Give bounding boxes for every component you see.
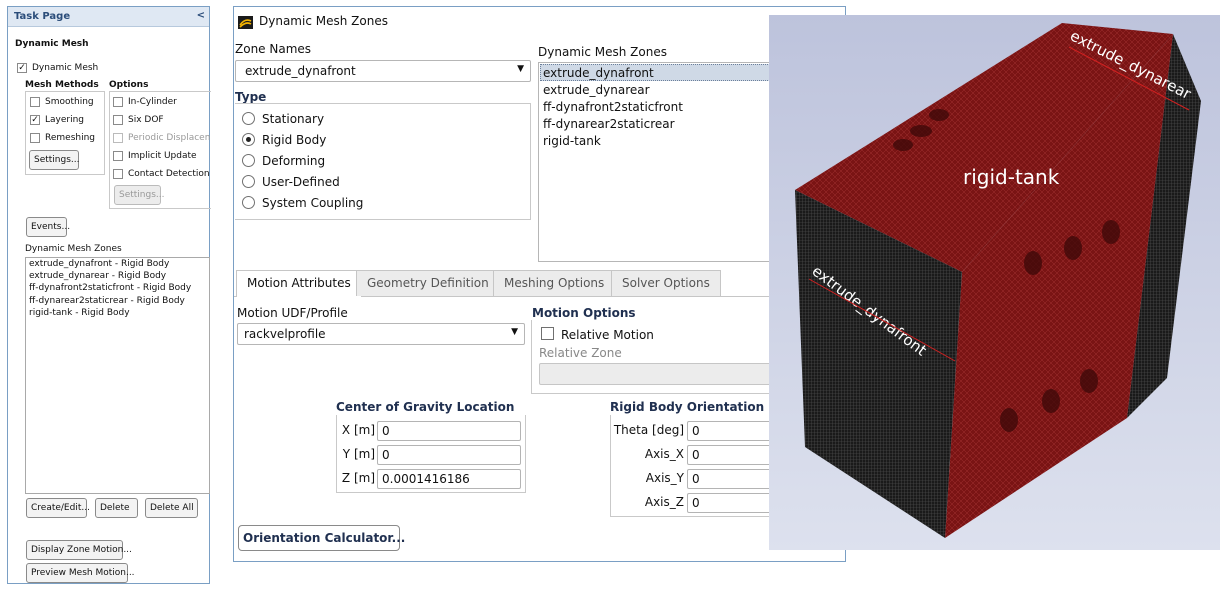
axis-z-label: Axis_Z [644,495,684,509]
list-item[interactable]: ff-dynafront2staticfront - Rigid Body [26,282,209,294]
relative-zone-label: Relative Zone [539,346,622,360]
remeshing-label: Remeshing [45,133,96,143]
dynamic-mesh-checkbox-label: Dynamic Mesh [32,63,99,73]
tab-meshing-options[interactable]: Meshing Options [493,270,616,296]
delete-button[interactable]: Delete [95,498,138,518]
axis-y-label: Axis_Y [645,471,684,485]
dynamic-mesh-zones-list[interactable]: extrude_dynafront - Rigid Body extrude_d… [25,257,210,494]
delete-all-button[interactable]: Delete All [145,498,198,518]
remeshing-checkbox[interactable] [30,133,40,143]
cog-x-field[interactable]: 0 [377,421,521,441]
implicit-update-checkbox[interactable] [113,151,123,161]
smoothing-checkbox[interactable] [30,97,40,107]
create-edit-button[interactable]: Create/Edit... [26,498,90,518]
motion-options-label: Motion Options [532,306,636,320]
list-item[interactable]: extrude_dynafront [543,66,654,80]
type-label: Type [235,90,267,104]
cog-x-label: X [m] [341,423,375,437]
in-cylinder-label: In-Cylinder [128,97,177,107]
rigid-tank-label: rigid-tank [963,165,1060,189]
theta-label: Theta [deg] [613,423,684,437]
rigid-body-radio[interactable] [242,133,255,146]
dynamic-mesh-zones-listbox[interactable]: extrude_dynafront extrude_dynarear ff-dy… [538,62,778,262]
system-coupling-label: System Coupling [262,196,364,210]
cog-y-label: Y [m] [342,447,375,461]
cog-z-field[interactable]: 0.0001416186 [377,469,521,489]
collapse-chevron-icon[interactable]: < [197,10,205,21]
six-dof-checkbox[interactable] [113,115,123,125]
stationary-label: Stationary [262,112,325,126]
user-defined-label: User-Defined [262,175,340,189]
list-item[interactable]: ff-dynarear2staticrear - Rigid Body [26,295,209,307]
dynamic-mesh-zones-dialog: Dynamic Mesh Zones Zone Names extrude_dy… [233,6,846,562]
list-item[interactable]: rigid-tank [543,134,601,148]
relative-zone-dropdown[interactable] [539,363,779,385]
motion-udf-label: Motion UDF/Profile [237,306,348,320]
system-coupling-radio[interactable] [242,196,255,209]
smoothing-label: Smoothing [45,97,94,107]
tank-mesh-render: rigid-tank extrude_dynarear extrude_dyna… [795,23,1201,538]
orientation-calculator-button[interactable]: Orientation Calculator... [238,525,405,551]
display-zone-motion-button[interactable]: Display Zone Motion... [26,540,132,560]
mesh-methods-label: Mesh Methods [25,80,99,90]
task-page-header: Task Page < [8,7,209,27]
fluent-app-icon [238,14,253,29]
tab-solver-options[interactable]: Solver Options [611,270,721,296]
options-settings-button[interactable]: Settings... [114,185,165,205]
layering-label: Layering [45,115,85,125]
cog-y-field[interactable]: 0 [377,445,521,465]
cog-label: Center of Gravity Location [336,400,515,414]
zone-names-value: extrude_dynafront [245,64,356,78]
tab-motion-attributes[interactable]: Motion Attributes [236,270,362,297]
preview-mesh-motion-button[interactable]: Preview Mesh Motion... [26,563,135,583]
list-item[interactable]: extrude_dynarear - Rigid Body [26,270,209,282]
layering-checkbox[interactable]: ✓ [30,115,40,125]
periodic-displacement-checkbox[interactable] [113,133,123,143]
tab-geometry-definition[interactable]: Geometry Definition [356,270,500,296]
rigid-body-label: Rigid Body [262,133,327,147]
dynamic-mesh-heading: Dynamic Mesh [15,39,89,49]
list-item[interactable]: extrude_dynarear [543,83,650,97]
cog-z-label: Z [m] [341,471,375,485]
zone-names-label: Zone Names [235,42,312,56]
task-page-panel: Task Page < Dynamic Mesh ✓ Dynamic Mesh … [7,6,211,584]
task-page-title: Task Page [14,11,71,22]
chevron-down-icon: ▼ [511,327,518,337]
in-cylinder-checkbox[interactable] [113,97,123,107]
zone-names-dropdown[interactable]: extrude_dynafront ▼ [235,60,531,82]
list-item[interactable]: ff-dynarear2staticrear [543,117,675,131]
dynamic-mesh-zones-label: Dynamic Mesh Zones [25,244,122,254]
chevron-down-icon: ▼ [517,64,524,74]
axis-x-label: Axis_X [644,447,684,461]
six-dof-label: Six DOF [128,115,164,125]
deforming-label: Deforming [262,154,326,168]
implicit-update-label: Implicit Update [128,151,197,161]
contact-detection-checkbox[interactable] [113,169,123,179]
orientation-label: Rigid Body Orientation [610,400,765,414]
periodic-displacement-label: Periodic Displaceme [128,133,210,143]
dialog-title: Dynamic Mesh Zones [259,14,388,28]
relative-motion-checkbox[interactable] [541,327,554,340]
list-item[interactable]: ff-dynafront2staticfront [543,100,683,114]
options-label: Options [109,80,149,90]
events-button[interactable]: Events... [26,217,70,237]
dynamic-mesh-checkbox[interactable]: ✓ [17,63,27,73]
motion-udf-value: rackvelprofile [244,327,326,341]
stationary-radio[interactable] [242,112,255,125]
deforming-radio[interactable] [242,154,255,167]
graphics-viewport[interactable]: rigid-tank extrude_dynarear extrude_dyna… [769,15,1220,550]
list-item[interactable]: extrude_dynafront - Rigid Body [26,258,209,270]
contact-detection-label: Contact Detection [128,169,210,179]
dynamic-mesh-zones-list-label: Dynamic Mesh Zones [538,45,667,59]
relative-motion-label: Relative Motion [561,328,654,342]
user-defined-radio[interactable] [242,175,255,188]
mesh-methods-settings-button[interactable]: Settings... [29,150,80,170]
list-item[interactable]: rigid-tank - Rigid Body [26,307,209,319]
motion-udf-dropdown[interactable]: rackvelprofile ▼ [237,323,525,345]
